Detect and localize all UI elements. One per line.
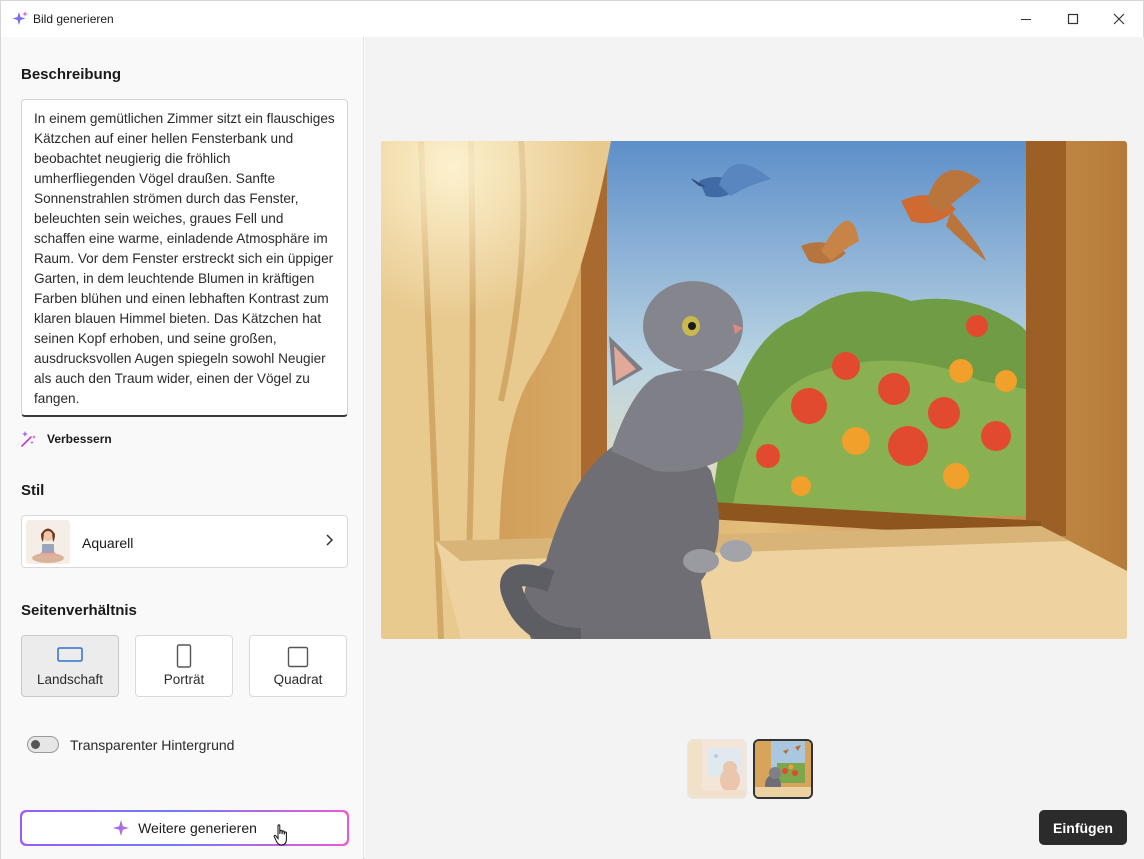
generate-image-window: Bild generieren Beschreibung In einem ge… [0,0,1144,859]
aspect-heading: Seitenverhältnis [21,602,137,619]
minimize-button[interactable] [1003,1,1049,37]
toggle-knob [31,740,40,749]
transparent-background-label: Transparenter Hintergrund [70,737,235,753]
settings-panel: Beschreibung In einem gemütlichen Zimmer… [1,37,364,859]
hand-cursor-icon [273,824,287,846]
aspect-portrait-button[interactable]: Porträt [135,635,233,697]
aspect-square-label: Quadrat [273,672,323,687]
thumbnail-2-selected[interactable] [753,739,813,799]
sparkle-icon [113,820,130,836]
magic-wand-icon [21,431,36,447]
landscape-icon [57,647,83,662]
portrait-icon [176,644,192,668]
aspect-square-button[interactable]: Quadrat [249,635,347,697]
thumbnail-1[interactable] [687,739,747,799]
title-bar: Bild generieren [1,1,1143,37]
description-heading: Beschreibung [21,66,122,83]
aspect-landscape-label: Landschaft [36,672,104,687]
improve-label: Verbessern [47,432,112,446]
close-icon [1113,13,1125,25]
insert-button[interactable]: Einfügen [1039,810,1127,845]
style-heading: Stil [21,482,45,499]
chevron-right-icon [326,534,334,546]
style-thumbnail [26,520,70,564]
generate-more-label: Weitere generieren [138,820,257,836]
sparkle-icon [12,11,28,25]
maximize-icon [1067,13,1079,25]
improve-button[interactable]: Verbessern [19,429,112,449]
maximize-button[interactable] [1050,1,1096,37]
square-icon [287,646,309,668]
aspect-portrait-label: Porträt [163,672,205,687]
style-label: Aquarell [82,535,134,551]
description-textarea[interactable]: In einem gemütlichen Zimmer sitzt ein fl… [21,99,348,417]
window-title: Bild generieren [33,12,114,26]
aspect-landscape-button[interactable]: Landschaft [21,635,119,697]
minimize-icon [1021,19,1031,20]
preview-panel: Einfügen [365,37,1144,859]
generated-image [381,141,1127,639]
transparent-background-toggle[interactable] [27,736,59,753]
generate-more-button[interactable]: Weitere generieren [20,810,349,846]
style-selector[interactable]: Aquarell [21,515,348,568]
close-button[interactable] [1096,1,1142,37]
